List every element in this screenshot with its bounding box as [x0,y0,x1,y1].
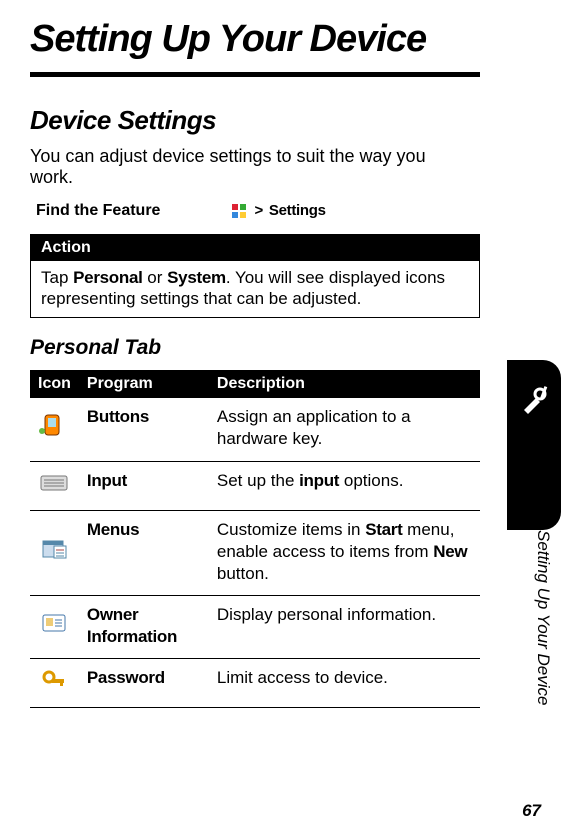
page-content: Setting Up Your Device Device Settings Y… [0,20,500,708]
input-icon [39,470,69,494]
subsection-title: Personal Tab [30,336,470,360]
desc-pre: Limit access to device. [217,668,388,687]
program-cell: Password [79,659,209,708]
owner-info-icon [39,611,69,635]
desc-cell: Customize items in Start menu, enable ac… [209,510,480,595]
icon-cell [30,398,79,461]
table-header-row: Icon Program Description [30,370,480,398]
program-cell: Owner Information [79,595,209,658]
th-description: Description [209,370,480,398]
icon-cell [30,595,79,658]
windows-flag-icon [230,202,248,220]
table-row: Password Limit access to device. [30,659,480,708]
table-row: Owner Information Display personal infor… [30,595,480,658]
intro-text: You can adjust device settings to suit t… [30,146,470,188]
th-icon: Icon [30,370,79,398]
table-row: Input Set up the input options. [30,461,480,510]
program-cell: Buttons [79,398,209,461]
action-box: Action Tap Personal or System. You will … [30,234,480,319]
table-row: Menus Customize items in Start menu, ena… [30,510,480,595]
desc-bold1: Start [365,520,402,539]
side-caption: Setting Up Your Device [533,530,553,705]
find-feature-target: Settings [269,202,326,219]
find-feature-value: > Settings [230,202,325,220]
find-feature-gt: > [254,202,262,219]
section-title: Device Settings [30,105,470,136]
action-opt2: System [167,268,226,287]
buttons-icon [39,413,69,437]
th-program: Program [79,370,209,398]
find-feature-row: Find the Feature > Settings [36,202,470,220]
desc-bold2: New [433,542,467,561]
desc-mid: options. [339,471,403,490]
password-icon [39,667,69,691]
desc-cell: Display personal information. [209,595,480,658]
desc-post: button. [217,564,269,583]
action-pre: Tap [41,268,73,287]
menus-icon [39,537,69,561]
desc-cell: Assign an application to a hardware key. [209,398,480,461]
desc-pre: Assign an application to a hardware key. [217,407,411,448]
desc-bold1: input [299,471,339,490]
desc-pre: Customize items in [217,520,365,539]
desc-cell: Limit access to device. [209,659,480,708]
chapter-rule [30,72,480,77]
side-tab [507,360,561,530]
icon-cell [30,659,79,708]
action-or: or [143,268,168,287]
desc-pre: Set up the [217,471,299,490]
chapter-title: Setting Up Your Device [30,20,470,60]
desc-pre: Display personal information. [217,605,436,624]
find-feature-label: Find the Feature [36,202,160,220]
program-cell: Input [79,461,209,510]
wrench-screwdriver-icon [516,382,552,423]
desc-cell: Set up the input options. [209,461,480,510]
icon-cell [30,461,79,510]
action-header: Action [31,235,479,261]
page-number: 67 [522,801,541,821]
program-cell: Menus [79,510,209,595]
settings-table: Icon Program Description Buttons [30,370,480,708]
icon-cell [30,510,79,595]
action-body: Tap Personal or System. You will see dis… [31,261,479,318]
table-row: Buttons Assign an application to a hardw… [30,398,480,461]
action-opt1: Personal [73,268,142,287]
